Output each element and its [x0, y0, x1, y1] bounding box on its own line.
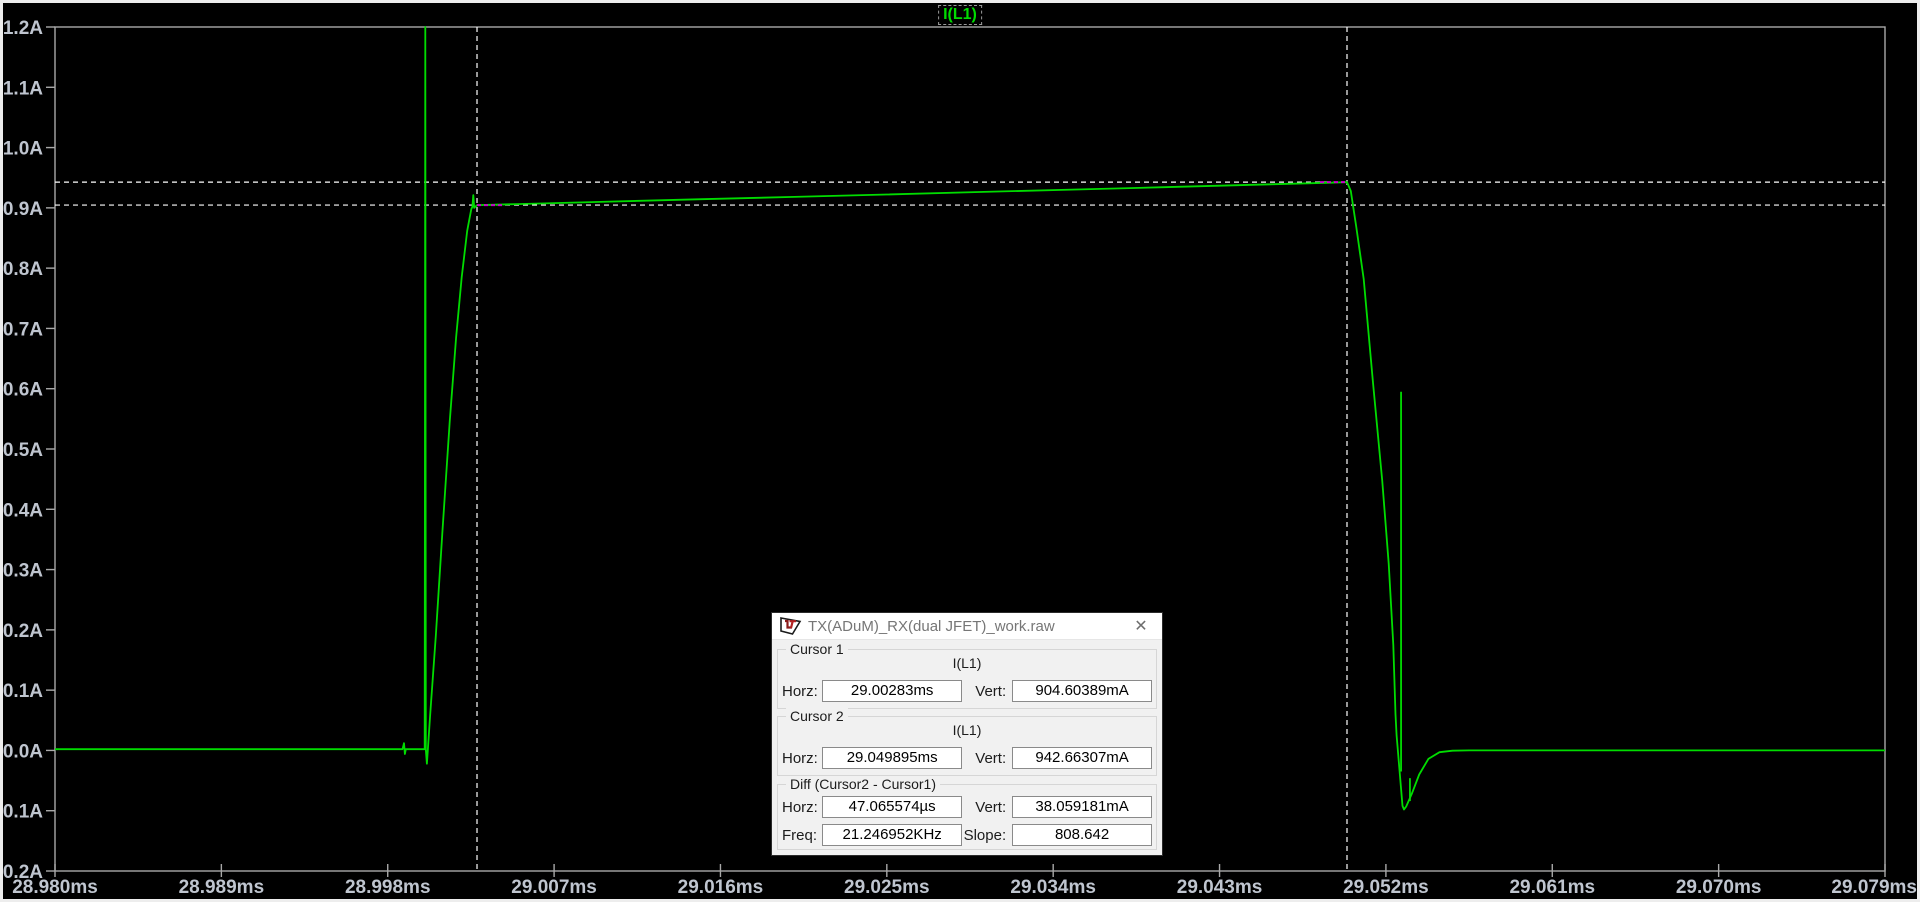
y-tick-label: 1.0A	[3, 139, 43, 160]
diff-freq-field[interactable]: 21.246952KHz	[822, 824, 963, 846]
cursor1-group: Cursor 1 I(L1) Horz: 29.00283ms Vert: 90…	[777, 641, 1157, 709]
y-tick-label: 0.9A	[3, 199, 43, 220]
x-tick-label: 29.052ms	[1343, 877, 1429, 898]
x-tick-label: 29.016ms	[678, 877, 764, 898]
diff-horz-field[interactable]: 47.065574µs	[822, 796, 963, 818]
y-tick-label: 0.2A	[3, 621, 43, 642]
cursor1-horz-field[interactable]: 29.00283ms	[822, 680, 963, 702]
y-tick-label: 0.5A	[3, 440, 43, 461]
y-tick-label: -0.1A	[3, 802, 43, 823]
dialog-titlebar[interactable]: TX(ADuM)_RX(dual JFET)_work.raw ✕	[772, 613, 1162, 640]
cursor1-signal-label: I(L1)	[952, 655, 982, 671]
trace-label[interactable]: I(L1)	[938, 5, 982, 25]
y-tick-label: 0.7A	[3, 319, 43, 340]
cursor2-horz-label: Horz:	[782, 749, 818, 767]
x-tick-label: 29.043ms	[1177, 877, 1263, 898]
diff-vert-field[interactable]: 38.059181mA	[1012, 796, 1153, 818]
x-tick-label: 29.061ms	[1509, 877, 1595, 898]
y-tick-label: 0.1A	[3, 681, 43, 702]
cursor1-vert-field[interactable]: 904.60389mA	[1012, 680, 1153, 702]
x-tick-label: 28.989ms	[179, 877, 265, 898]
x-tick-label: 29.079ms	[1831, 877, 1917, 898]
y-tick-label: -0.2A	[3, 862, 43, 883]
cursor-dialog: TX(ADuM)_RX(dual JFET)_work.raw ✕ Cursor…	[771, 612, 1163, 856]
y-tick-label: 0.8A	[3, 259, 43, 280]
cursor2-group: Cursor 2 I(L1) Horz: 29.049895ms Vert: 9…	[777, 708, 1157, 776]
diff-horz-label: Horz:	[782, 798, 818, 816]
diff-freq-label: Freq:	[782, 826, 818, 844]
x-tick-label: 29.007ms	[511, 877, 597, 898]
close-icon[interactable]: ✕	[1126, 615, 1156, 638]
diff-group-label: Diff (Cursor2 - Cursor1)	[786, 776, 940, 792]
y-tick-label: 1.1A	[3, 78, 43, 99]
x-tick-label: 29.025ms	[844, 877, 930, 898]
waveform-window: 28.980ms 28.989ms 28.998ms 29.007ms 29.016ms…	[0, 0, 1920, 902]
cursor2-vert-field[interactable]: 942.66307mA	[1012, 747, 1153, 769]
y-tick-label: 0.4A	[3, 500, 43, 521]
diff-group: Diff (Cursor2 - Cursor1) Horz: 47.065574…	[777, 776, 1157, 850]
dialog-title: TX(ADuM)_RX(dual JFET)_work.raw	[808, 618, 1055, 635]
y-tick-label: 0.0A	[3, 741, 43, 762]
y-tick-label: 0.6A	[3, 380, 43, 401]
cursor2-vert-label: Vert:	[975, 749, 1007, 767]
x-tick-label: 28.998ms	[345, 877, 431, 898]
cursor1-vert-label: Vert:	[975, 682, 1007, 700]
ltspice-logo-icon	[780, 617, 802, 635]
y-tick-label: 0.3A	[3, 561, 43, 582]
x-tick-label: 29.070ms	[1676, 877, 1762, 898]
y-tick-label: 1.2A	[3, 18, 43, 39]
cursor1-horz-label: Horz:	[782, 682, 818, 700]
diff-slope-field[interactable]: 808.642	[1012, 824, 1153, 846]
diff-slope-label: Slope:	[963, 826, 1007, 844]
cursor2-signal-label: I(L1)	[952, 722, 982, 738]
diff-vert-label: Vert:	[975, 798, 1007, 816]
x-tick-label: 29.034ms	[1010, 877, 1096, 898]
cursor2-horz-field[interactable]: 29.049895ms	[822, 747, 963, 769]
